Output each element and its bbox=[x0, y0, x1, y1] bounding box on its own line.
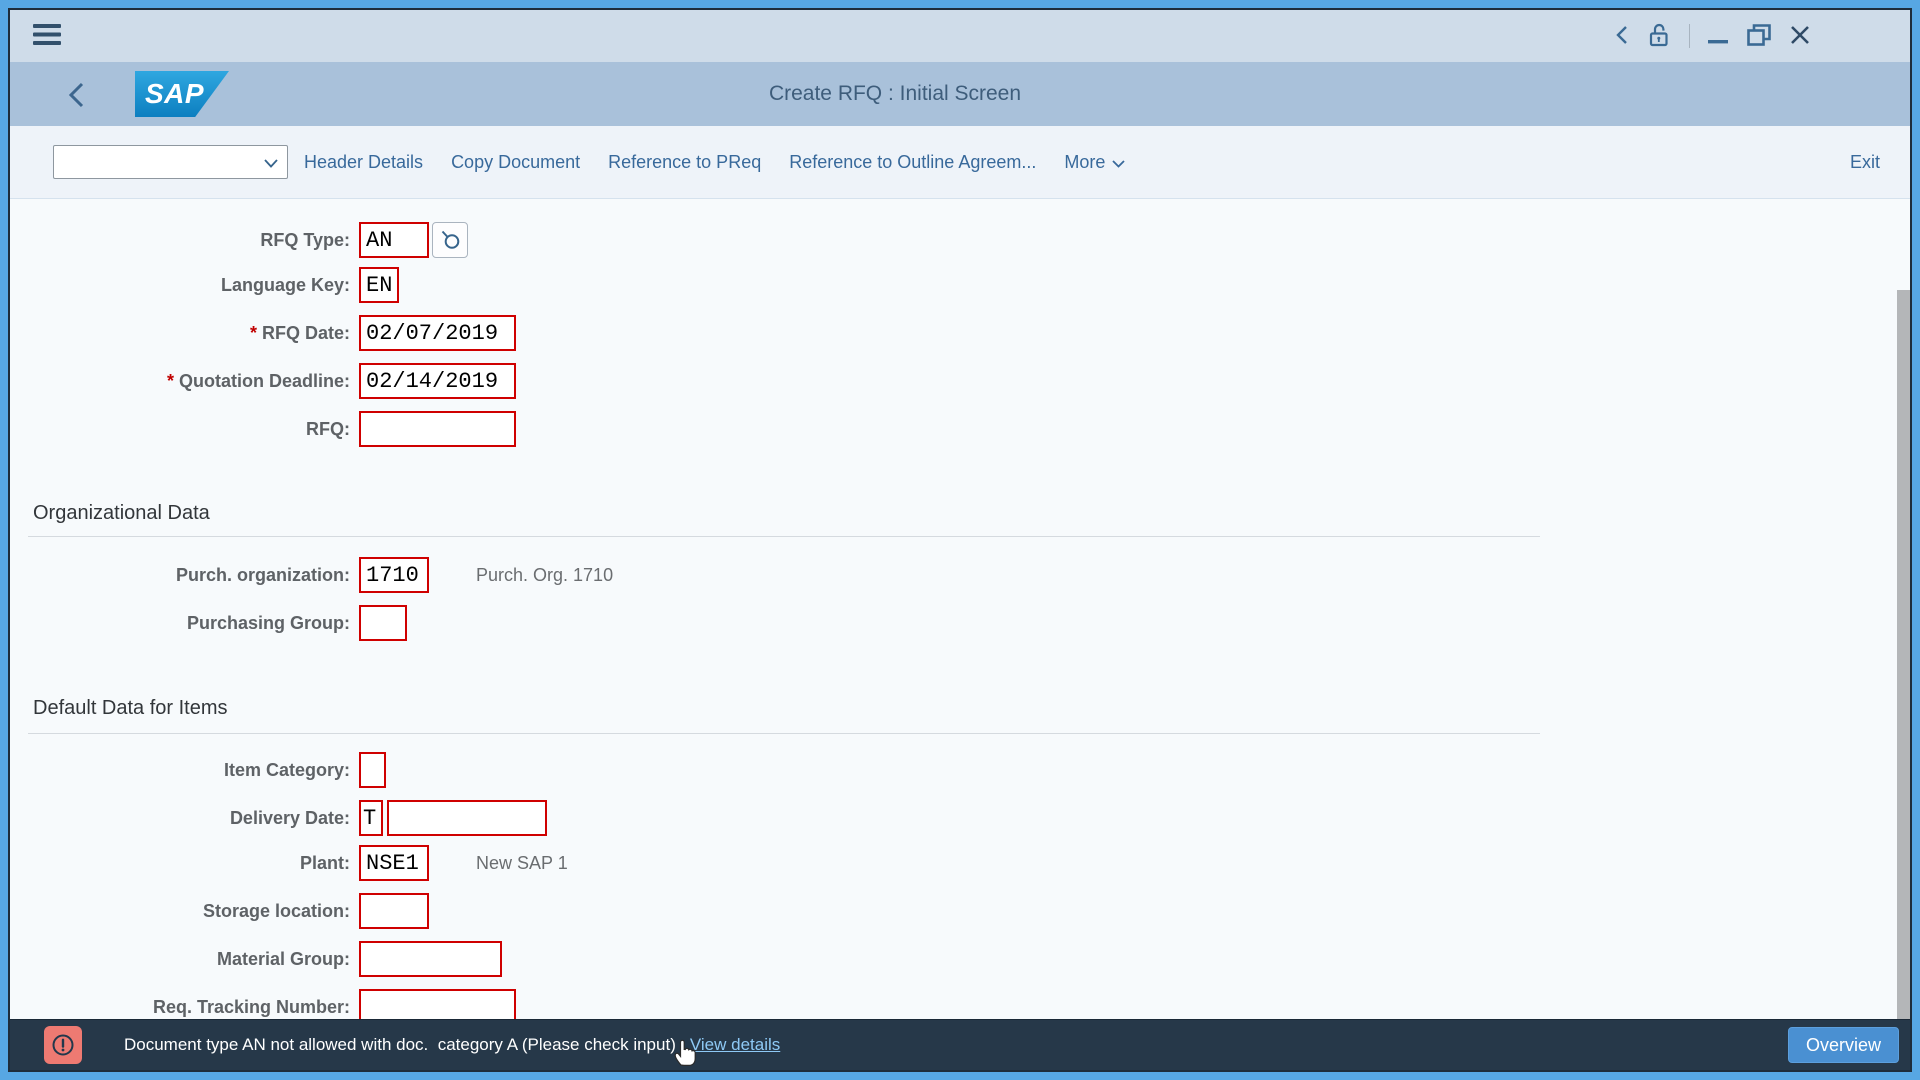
close-icon bbox=[1790, 25, 1810, 48]
sap-window: SAP Create RFQ : Initial Screen Header D… bbox=[8, 8, 1912, 1072]
delivery-date-label: Delivery Date: bbox=[229, 807, 350, 828]
plant-description: New SAP 1 bbox=[476, 852, 568, 873]
value-help-button[interactable] bbox=[432, 222, 468, 258]
reference-to-preq-button[interactable]: Reference to PReq bbox=[608, 152, 761, 173]
section-title-default-data-for-items: Default Data for Items bbox=[33, 697, 228, 719]
rfq-type-label: RFQ Type: bbox=[260, 229, 350, 250]
form-row-rfq: RFQ: bbox=[10, 411, 516, 447]
material-group-label: Material Group: bbox=[216, 948, 350, 969]
form-row-req-tracking-number: Req. Tracking Number: bbox=[10, 989, 516, 1019]
quotation-deadline-label-text: Quotation Deadline: bbox=[179, 370, 350, 391]
purchasing-group-label: Purchasing Group: bbox=[186, 612, 350, 633]
rfq-date-label: * RFQ Date: bbox=[10, 323, 350, 344]
required-marker: * bbox=[166, 370, 174, 391]
language-key-label: Language Key: bbox=[220, 274, 350, 295]
req-tracking-number-label: Req. Tracking Number: bbox=[152, 996, 350, 1017]
language-key-input[interactable] bbox=[359, 267, 399, 303]
view-details-link[interactable]: View details bbox=[690, 1035, 780, 1055]
rfq-date-label-text: RFQ Date: bbox=[261, 322, 350, 343]
page-title: Create RFQ : Initial Screen bbox=[768, 82, 1022, 105]
storage-location-input[interactable] bbox=[359, 893, 429, 929]
value-help-magnifier-icon bbox=[439, 228, 461, 253]
form-row-quotation-deadline: * Quotation Deadline: bbox=[10, 363, 516, 399]
minimize-button[interactable] bbox=[1708, 24, 1728, 49]
rfq-input[interactable] bbox=[359, 411, 516, 447]
plant-label: Plant: bbox=[299, 852, 350, 873]
hamburger-menu-icon bbox=[33, 24, 61, 48]
sap-logo: SAP bbox=[135, 71, 229, 117]
form-row-purchasing-group: Purchasing Group: bbox=[10, 605, 407, 641]
restore-button[interactable] bbox=[1746, 23, 1772, 50]
error-icon bbox=[44, 1026, 82, 1064]
plant-input[interactable] bbox=[359, 845, 429, 881]
exit-button[interactable]: Exit bbox=[1850, 152, 1880, 173]
required-marker: * bbox=[249, 322, 257, 343]
reference-to-outline-agreement-button[interactable]: Reference to Outline Agreem... bbox=[789, 152, 1036, 173]
toolbar: Header Details Copy Document Reference t… bbox=[10, 126, 1910, 199]
rfq-type-input[interactable] bbox=[359, 222, 429, 258]
window-controls bbox=[1615, 22, 1810, 51]
storage-location-label: Storage location: bbox=[202, 900, 350, 921]
item-category-input[interactable] bbox=[359, 752, 386, 788]
nav-back-button[interactable] bbox=[1615, 24, 1629, 49]
purchasing-group-input[interactable] bbox=[359, 605, 407, 641]
form-row-rfq-type: RFQ Type: bbox=[10, 222, 468, 258]
form-row-item-category: Item Category: bbox=[10, 752, 386, 788]
app-header: SAP Create RFQ : Initial Screen bbox=[10, 62, 1910, 126]
unlock-icon bbox=[1647, 22, 1671, 51]
titlebar bbox=[10, 10, 1910, 62]
quotation-deadline-input[interactable] bbox=[359, 363, 516, 399]
rfq-label: RFQ: bbox=[306, 418, 350, 439]
controls-divider bbox=[1689, 24, 1690, 48]
back-chevron-icon bbox=[67, 82, 85, 113]
form-row-storage-location: Storage location: bbox=[10, 893, 429, 929]
chevron-down-icon bbox=[1112, 152, 1126, 173]
command-dropdown[interactable] bbox=[53, 145, 288, 179]
minimize-icon bbox=[1708, 24, 1728, 49]
copy-document-button[interactable]: Copy Document bbox=[451, 152, 580, 173]
purch-organization-input[interactable] bbox=[359, 557, 429, 593]
form-row-material-group: Material Group: bbox=[10, 941, 502, 977]
form-row-plant: Plant: New SAP 1 bbox=[10, 845, 568, 881]
lock-button[interactable] bbox=[1647, 22, 1671, 51]
quotation-deadline-label: * Quotation Deadline: bbox=[10, 371, 350, 392]
form-content: RFQ Type: Language Key: *RFQ Date: *Quot… bbox=[10, 199, 1910, 1019]
more-label: More bbox=[1064, 151, 1106, 172]
close-button[interactable] bbox=[1790, 25, 1810, 48]
status-message: Document type AN not allowed with doc. c… bbox=[124, 1035, 676, 1054]
overview-button[interactable]: Overview bbox=[1787, 1027, 1899, 1063]
purch-organization-label: Purch. organization: bbox=[175, 564, 350, 585]
purch-organization-description: Purch. Org. 1710 bbox=[476, 564, 614, 585]
hamburger-menu-button[interactable] bbox=[30, 21, 64, 51]
back-button[interactable] bbox=[67, 80, 85, 113]
form-row-rfq-date: * RFQ Date: bbox=[10, 315, 516, 351]
status-bar: Document type AN not allowed with doc. c… bbox=[10, 1019, 1910, 1070]
hand-cursor-icon bbox=[672, 1035, 699, 1070]
delivery-date-category-input[interactable] bbox=[359, 800, 383, 836]
delivery-date-input[interactable] bbox=[387, 800, 547, 836]
item-category-label: Item Category: bbox=[223, 759, 350, 780]
header-details-button[interactable]: Header Details bbox=[304, 152, 423, 173]
form-row-purch-organization: Purch. organization: Purch. Org. 1710 bbox=[10, 557, 613, 593]
section-divider bbox=[28, 536, 1540, 537]
restore-icon bbox=[1746, 23, 1772, 50]
form-row-language-key: Language Key: bbox=[10, 267, 399, 303]
window-frame: SAP Create RFQ : Initial Screen Header D… bbox=[0, 0, 1920, 1080]
req-tracking-number-input[interactable] bbox=[359, 989, 516, 1019]
form-row-delivery-date: Delivery Date: bbox=[10, 800, 547, 836]
more-button[interactable]: More bbox=[1064, 151, 1126, 173]
chevron-left-icon bbox=[1615, 24, 1629, 49]
section-title-organizational-data: Organizational Data bbox=[33, 502, 210, 524]
sap-logo-text: SAP bbox=[145, 78, 205, 109]
material-group-input[interactable] bbox=[359, 941, 502, 977]
vertical-scrollbar-thumb[interactable] bbox=[1897, 290, 1910, 1019]
section-divider bbox=[28, 733, 1540, 734]
rfq-date-input[interactable] bbox=[359, 315, 516, 351]
